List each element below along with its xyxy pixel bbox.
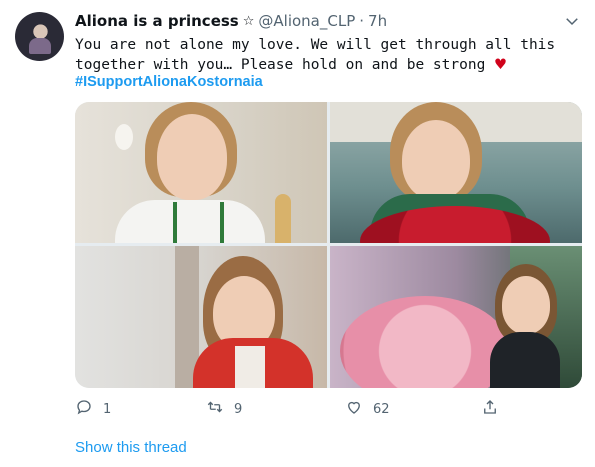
retweet-button[interactable]: 9 bbox=[206, 398, 242, 420]
tweet-text: You are not alone my love. We will get t… bbox=[75, 35, 580, 75]
photo-3[interactable] bbox=[75, 246, 327, 388]
reply-icon bbox=[75, 398, 93, 420]
photo-1[interactable] bbox=[75, 102, 327, 243]
tweet-text-line-1: You are not alone my love. We will get t… bbox=[75, 37, 556, 53]
tweet-text-line-2: together with you… Please hold on and be… bbox=[75, 55, 580, 75]
heart-icon bbox=[345, 398, 363, 420]
photo-4[interactable] bbox=[330, 246, 582, 388]
chevron-down-icon[interactable] bbox=[563, 12, 581, 30]
display-name[interactable]: Aliona is a princess bbox=[75, 12, 239, 30]
photo-2[interactable] bbox=[330, 102, 582, 243]
share-icon bbox=[481, 398, 499, 420]
show-thread-link[interactable]: Show this thread bbox=[75, 439, 187, 456]
hashtag-link[interactable]: #ISupportAlionaKostornaia bbox=[75, 74, 263, 90]
tweet-header: Aliona is a princess ☆ @Aliona_CLP · 7h bbox=[75, 10, 387, 32]
separator-dot: · bbox=[359, 12, 365, 30]
tweet-text-line-2-body: together with you… Please hold on and be… bbox=[75, 57, 486, 73]
red-heart-emoji: ♥ bbox=[494, 57, 508, 73]
retweet-count: 9 bbox=[234, 401, 243, 417]
star-outline-icon: ☆ bbox=[242, 13, 255, 29]
avatar[interactable] bbox=[15, 12, 64, 61]
media-grid bbox=[75, 102, 582, 388]
share-button[interactable] bbox=[481, 398, 499, 420]
tweet-actions: 1 9 62 bbox=[75, 398, 505, 420]
reply-count: 1 bbox=[103, 401, 112, 417]
like-count: 62 bbox=[373, 401, 390, 417]
reply-button[interactable]: 1 bbox=[75, 398, 111, 420]
timestamp[interactable]: 7h bbox=[368, 12, 387, 30]
like-button[interactable]: 62 bbox=[345, 398, 390, 420]
retweet-icon bbox=[206, 398, 224, 420]
user-handle[interactable]: @Aliona_CLP bbox=[258, 12, 355, 30]
